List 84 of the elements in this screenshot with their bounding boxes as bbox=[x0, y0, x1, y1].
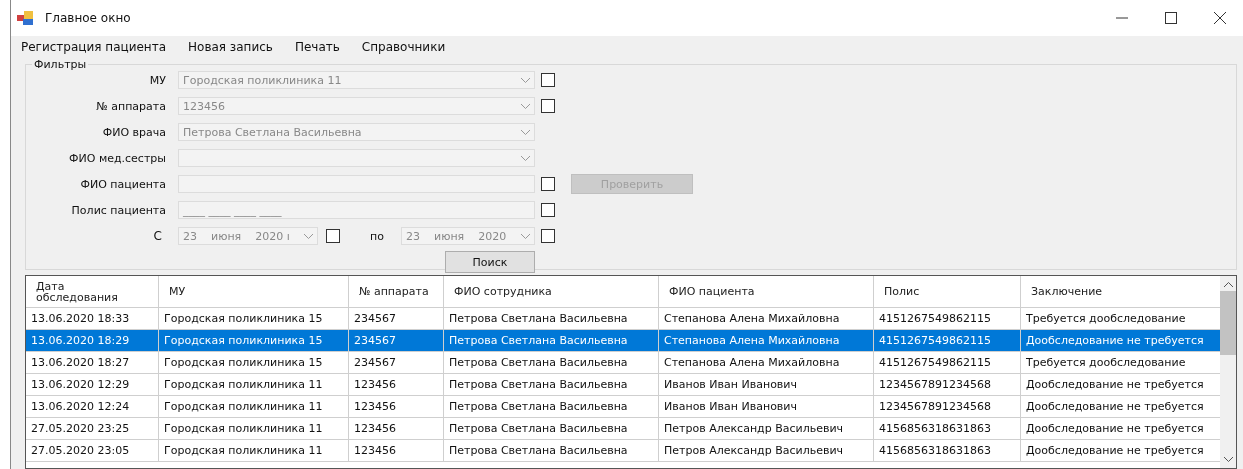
field-label: № аппарата bbox=[95, 99, 166, 113]
table-cell: Петрова Светлана Васильевна bbox=[444, 440, 659, 461]
column-header[interactable]: МУ bbox=[159, 276, 349, 307]
scrollbar[interactable] bbox=[1220, 276, 1236, 468]
table-cell: 13.06.2020 18:27 bbox=[26, 352, 159, 373]
field-label: ФИО пациента bbox=[79, 177, 166, 191]
table-cell: Городская поликлиника 11 bbox=[159, 440, 349, 461]
chevron-icon bbox=[521, 103, 530, 109]
table-cell: 13.06.2020 12:24 bbox=[26, 396, 159, 417]
field-label: Полис пациента bbox=[70, 203, 166, 217]
checkbox[interactable] bbox=[541, 73, 555, 87]
table-cell: 4151267549862115 bbox=[874, 352, 1021, 373]
chevron-icon bbox=[521, 129, 530, 135]
field-label: МУ bbox=[148, 73, 166, 87]
table-cell: Иванов Иван Иванович bbox=[659, 396, 874, 417]
search-button[interactable]: Поиск bbox=[445, 251, 535, 273]
table-cell: Иванов Иван Иванович bbox=[659, 374, 874, 395]
column-header[interactable]: ФИО сотрудника bbox=[444, 276, 659, 307]
column-header[interactable]: Полис bbox=[874, 276, 1021, 307]
column-header[interactable]: Дата обследования bbox=[26, 276, 159, 307]
table-cell: Петрова Светлана Васильевна bbox=[444, 308, 659, 329]
checkbox[interactable] bbox=[541, 203, 555, 217]
table-cell: 234567 bbox=[349, 330, 444, 351]
checkbox[interactable] bbox=[326, 229, 340, 243]
menu-item[interactable]: Регистрация пациента bbox=[21, 40, 167, 54]
input-field[interactable]: ____ ____ ____ ____ bbox=[178, 201, 535, 219]
table-cell: 13.06.2020 18:29 bbox=[26, 330, 159, 351]
table-cell: Городская поликлиника 11 bbox=[159, 418, 349, 439]
table-cell: Петрова Светлана Васильевна bbox=[444, 396, 659, 417]
field-label: ФИО врача bbox=[101, 125, 166, 139]
table-cell: 13.06.2020 18:33 bbox=[26, 308, 159, 329]
menu-item[interactable]: Справочники bbox=[361, 40, 446, 54]
table-cell: Городская поликлиника 11 bbox=[159, 374, 349, 395]
table-cell: Городская поликлиника 15 bbox=[159, 308, 349, 329]
table-cell: 4151267549862115 bbox=[874, 308, 1021, 329]
group-title: Фильтры bbox=[33, 58, 88, 71]
table-cell: 123456 bbox=[349, 374, 444, 395]
close-icon[interactable] bbox=[1214, 12, 1226, 24]
table-cell: 4151267549862115 bbox=[874, 330, 1021, 351]
table-cell: 4156856318631863 bbox=[874, 418, 1021, 439]
table-cell: Городская поликлиника 15 bbox=[159, 330, 349, 351]
table-cell: 1234567891234568 bbox=[874, 396, 1021, 417]
checkbox[interactable] bbox=[541, 99, 555, 113]
table-cell: Степанова Алена Михайловна bbox=[659, 308, 874, 329]
table-cell: Петрова Светлана Васильевна bbox=[444, 352, 659, 373]
checkbox[interactable] bbox=[541, 177, 555, 191]
menu-item[interactable]: Печать bbox=[294, 40, 340, 54]
scroll-down-icon[interactable] bbox=[1223, 457, 1233, 462]
table-cell: 123456 bbox=[349, 440, 444, 461]
table-cell: Петрова Светлана Васильевна bbox=[444, 330, 659, 351]
table-cell: Городская поликлиника 11 bbox=[159, 396, 349, 417]
table-cell: 13.06.2020 12:29 bbox=[26, 374, 159, 395]
table-cell: 27.05.2020 23:25 bbox=[26, 418, 159, 439]
scroll-thumb[interactable] bbox=[1220, 291, 1236, 355]
table-cell: Степанова Алена Михайловна bbox=[659, 352, 874, 373]
table-cell: Петрова Светлана Васильевна bbox=[444, 418, 659, 439]
field-label: С bbox=[152, 229, 163, 243]
field-label: ФИО мед.сестры bbox=[68, 151, 166, 165]
table-cell: 4156856318631863 bbox=[874, 440, 1021, 461]
table-cell: Петров Александр Васильевич bbox=[659, 418, 874, 439]
chevron-icon bbox=[521, 155, 530, 161]
app-icon bbox=[17, 11, 33, 25]
table-cell: Степанова Алена Михайловна bbox=[659, 330, 874, 351]
maximize-icon[interactable] bbox=[1165, 12, 1177, 24]
column-header[interactable]: № аппарата bbox=[349, 276, 444, 307]
chevron-icon bbox=[521, 77, 530, 83]
table-cell: 234567 bbox=[349, 352, 444, 373]
table-cell: Петров Александр Васильевич bbox=[659, 440, 874, 461]
table-cell: 27.05.2020 23:05 bbox=[26, 440, 159, 461]
table-cell: 234567 bbox=[349, 308, 444, 329]
window-title: Главное окно bbox=[45, 11, 131, 25]
chevron-icon bbox=[521, 233, 530, 239]
checkbox[interactable] bbox=[541, 229, 555, 243]
column-header[interactable]: ФИО пациента bbox=[659, 276, 874, 307]
menu-item[interactable]: Новая запись bbox=[188, 40, 273, 54]
scroll-up-icon[interactable] bbox=[1223, 282, 1233, 287]
table-cell: Городская поликлиника 15 bbox=[159, 352, 349, 373]
table-cell: Петрова Светлана Васильевна bbox=[444, 374, 659, 395]
table-cell: 123456 bbox=[349, 396, 444, 417]
table-cell: 1234567891234568 bbox=[874, 374, 1021, 395]
field-label: по bbox=[370, 229, 384, 243]
chevron-icon bbox=[304, 233, 313, 239]
table-row[interactable]: 13.06.2020 18:29 Городская поликлиника 15 234567 Петрова Светлана Васильевна Степанова Алена Михайловна 4151267549862115 Дообследование не требуется bbox=[26, 330, 1220, 352]
table-cell: 123456 bbox=[349, 418, 444, 439]
